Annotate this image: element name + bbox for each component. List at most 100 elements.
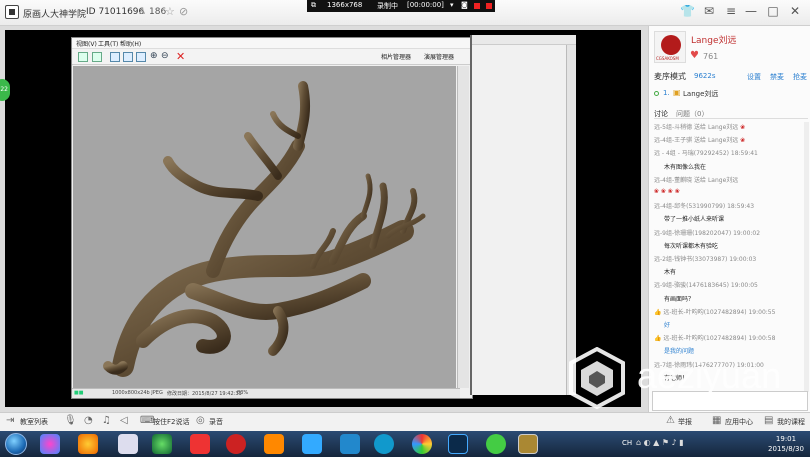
close-icon[interactable]: ✕ bbox=[788, 4, 802, 18]
record-toolbar: ⧉ 1366x768 录制中 [00:00:00] ▾ ◙ bbox=[307, 0, 495, 12]
driftwood-image bbox=[103, 81, 426, 377]
chat-text: 远-班长-叶昀昀(1027482894) 19:00:55 bbox=[663, 308, 776, 316]
chat-message: 远-9组-徐珊珊(198202047) 19:00:02 bbox=[654, 228, 760, 237]
settings-link[interactable]: 设置 bbox=[747, 72, 761, 82]
mode-label[interactable]: 麦序模式 bbox=[654, 71, 686, 82]
app-chrome-icon[interactable] bbox=[412, 434, 432, 454]
report-button[interactable]: 举报 bbox=[678, 417, 692, 427]
viewer-scrollbar[interactable] bbox=[457, 66, 469, 388]
prev-image-icon[interactable] bbox=[78, 52, 88, 62]
chat-scrollbar[interactable] bbox=[804, 122, 809, 392]
push-to-talk-button[interactable]: 按住F2说话 bbox=[153, 417, 189, 427]
courseware-button[interactable]: 教室列表 bbox=[20, 417, 48, 427]
mic-queue-item[interactable]: 1. ▣ Lange刘远 bbox=[654, 88, 808, 100]
record-button[interactable]: 录音 bbox=[209, 417, 223, 427]
app-player-icon[interactable] bbox=[152, 434, 172, 454]
ppt-manager-button[interactable]: 演展管理器 bbox=[424, 52, 454, 61]
app-computer-icon[interactable] bbox=[118, 434, 138, 454]
my-courses-button[interactable]: 我的课程 bbox=[777, 417, 805, 427]
grab-mic-link[interactable]: 抢麦 bbox=[793, 72, 807, 82]
tray-icons[interactable]: ⌂ ◐ ▲ ⚑ ♪ ▮ bbox=[636, 438, 684, 447]
app-center-icon[interactable]: ▦ bbox=[712, 415, 721, 426]
tab-discuss[interactable]: 讨论 bbox=[654, 109, 668, 119]
app-center-button[interactable]: 应用中心 bbox=[725, 417, 753, 427]
chat-text: 远-2组-钱钟书(33073987) 19:00:03 bbox=[654, 256, 757, 263]
screen-icon[interactable]: ⧉ bbox=[311, 1, 316, 10]
chat-text: 好 bbox=[664, 322, 671, 329]
teacher-name[interactable]: Lange刘远 bbox=[691, 33, 736, 46]
dropdown-icon[interactable]: ▾ bbox=[450, 1, 454, 9]
app-help-icon[interactable] bbox=[226, 434, 246, 454]
avatar[interactable] bbox=[654, 31, 686, 63]
record-pause-icon[interactable] bbox=[486, 3, 492, 9]
watermark-logo bbox=[569, 347, 625, 409]
heart-icon[interactable]: ♥ bbox=[690, 50, 699, 61]
start-button[interactable] bbox=[5, 433, 27, 455]
app-browser-icon[interactable] bbox=[40, 434, 60, 454]
status-indicator-icon: ■■ bbox=[74, 390, 84, 396]
delete-icon[interactable]: ✕ bbox=[176, 50, 185, 63]
star-icon[interactable]: ☆ bbox=[165, 5, 175, 18]
clock-date[interactable]: 2015/8/30 bbox=[766, 445, 806, 453]
minimize-icon[interactable]: — bbox=[744, 4, 758, 18]
mute-mic-link[interactable]: 禁麦 bbox=[770, 72, 784, 82]
app-filemanager-icon[interactable] bbox=[340, 434, 360, 454]
app-logo-icon bbox=[5, 5, 19, 19]
language-indicator[interactable]: CH bbox=[622, 439, 632, 447]
music-icon[interactable]: ♫ bbox=[102, 415, 111, 426]
app-ie-icon[interactable] bbox=[78, 434, 98, 454]
app-photoshop-icon[interactable] bbox=[448, 434, 468, 454]
speaker-icon: ▣ bbox=[673, 88, 681, 97]
menu-tools[interactable]: 工具(T) bbox=[98, 39, 118, 48]
app-photo-icon[interactable] bbox=[264, 434, 284, 454]
chat-tabs: 讨论 问题（0） bbox=[654, 109, 808, 119]
chat-text: 有画面吗？ bbox=[664, 295, 695, 303]
feedback-icon[interactable]: ✉ bbox=[702, 4, 716, 18]
chat-text: 远-4组-董麒晓 送给 Lange刘远 bbox=[654, 176, 739, 184]
menu-help[interactable]: 帮助(H) bbox=[120, 39, 141, 48]
next-image-icon[interactable] bbox=[92, 52, 102, 62]
my-courses-icon[interactable]: ▤ bbox=[764, 415, 773, 426]
chat-text: 远-9组-骆骏(1476183645) 19:00:05 bbox=[654, 282, 758, 290]
mode-count: 9622s bbox=[694, 72, 716, 80]
menu-icon[interactable]: ≡ bbox=[724, 4, 738, 18]
report-icon[interactable]: ⚠ bbox=[666, 415, 675, 426]
image-canvas bbox=[73, 66, 456, 388]
record-stop-icon[interactable] bbox=[474, 3, 480, 9]
chat-message: 远-4组-王子骐 送给 Lange刘远 ❀ bbox=[654, 135, 745, 144]
clock-time[interactable]: 19:01 bbox=[766, 435, 806, 443]
flower-icon: ❀ bbox=[665, 188, 673, 195]
image-viewer-window: 视图(V) 工具(T) 帮助(H) ⊕ ⊖ ✕ 相片管理器 演展管理器 ■■ 1… bbox=[71, 37, 473, 399]
app-music-icon[interactable] bbox=[190, 434, 210, 454]
fullscreen-view-icon[interactable] bbox=[136, 52, 146, 62]
chat-text: 远-4组-邱冬(531990799) 18:59:43 bbox=[654, 203, 755, 211]
video-area: 视图(V) 工具(T) 帮助(H) ⊕ ⊖ ✕ 相片管理器 演展管理器 ■■ 1… bbox=[5, 30, 641, 433]
app-bird-icon[interactable] bbox=[302, 434, 322, 454]
menu-view[interactable]: 视图(V) bbox=[76, 39, 97, 48]
chat-message: 远 - 4组 - 马瑞(79292452) 18:59:41 bbox=[654, 148, 758, 157]
zoom-in-icon[interactable]: ⊕ bbox=[150, 51, 158, 61]
record-timer: [00:00:00] bbox=[407, 1, 444, 9]
fit-window-icon[interactable] bbox=[110, 52, 120, 62]
courseware-icon[interactable]: ⇥ bbox=[6, 415, 14, 426]
actual-size-icon[interactable] bbox=[123, 52, 133, 62]
tab-questions[interactable]: 问题（0） bbox=[676, 109, 708, 119]
share-icon[interactable]: ⊘ bbox=[179, 5, 188, 18]
secondary-window-scrollbar[interactable] bbox=[566, 45, 576, 395]
volume-icon[interactable]: ◔ bbox=[84, 415, 93, 426]
flower-icon: ❀ bbox=[672, 188, 680, 195]
app-yy-icon[interactable] bbox=[518, 434, 538, 454]
speaker-icon[interactable]: ◁ bbox=[120, 415, 128, 426]
record-icon[interactable]: ◎ bbox=[196, 415, 205, 426]
app-green-icon[interactable] bbox=[486, 434, 506, 454]
shirt-icon[interactable]: 👕 bbox=[680, 4, 695, 18]
zoom-out-icon[interactable]: ⊖ bbox=[161, 51, 169, 61]
maximize-icon[interactable]: □ bbox=[766, 4, 780, 18]
app-k-icon[interactable] bbox=[374, 434, 394, 454]
viewer-menubar: 视图(V) 工具(T) 帮助(H) bbox=[72, 38, 472, 49]
photo-manager-button[interactable]: 相片管理器 bbox=[381, 52, 411, 61]
viewer-statusbar: ■■ 1000x800x24b JPEG 修改日期：2015/8/27 19:4… bbox=[72, 388, 460, 398]
mic-icon[interactable]: 🎙 bbox=[64, 415, 77, 426]
record-status: 录制中 bbox=[377, 2, 398, 10]
camera-icon[interactable]: ◙ bbox=[461, 1, 468, 9]
